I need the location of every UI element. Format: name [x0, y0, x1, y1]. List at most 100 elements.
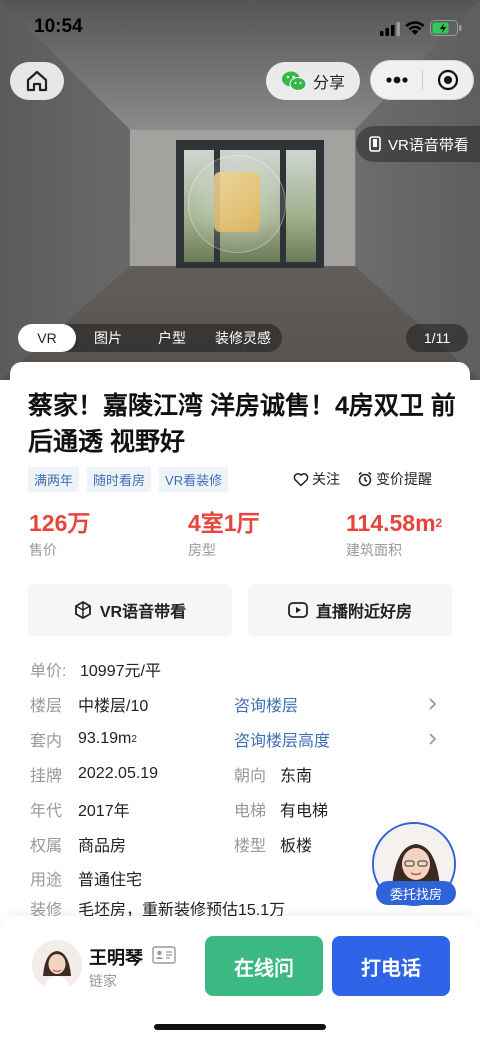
area-label: 建筑面积	[346, 542, 402, 558]
listing-tags: 满两年 随时看房 VR看装修	[28, 467, 229, 492]
unit-price-value: 10997元/平	[80, 663, 161, 680]
stat-area: 114.58m2 建筑面积	[346, 508, 442, 560]
vr-voice-guide-tag[interactable]: VR语音带看	[356, 126, 480, 162]
floor-value: 中楼层/10	[78, 698, 149, 715]
home-indicator	[154, 1024, 326, 1030]
hero-vr-photo[interactable]	[0, 0, 480, 380]
area-value-wrap: 114.58m2	[346, 508, 442, 538]
unit-price-key: 单价:	[30, 663, 67, 680]
chevron-right-icon[interactable]	[428, 697, 438, 711]
call-button[interactable]: 打电话	[332, 936, 450, 996]
agent-avatar-portrait	[32, 940, 82, 990]
usage-key: 用途	[30, 872, 63, 889]
media-tabs: VR 图片 户型 装修灵感	[18, 324, 282, 352]
live-play-icon	[288, 602, 308, 618]
usage-value: 普通住宅	[78, 872, 143, 889]
status-bar: 10:54	[0, 0, 480, 56]
layout-value: 4室1厅	[188, 510, 260, 536]
wechat-icon	[281, 71, 307, 91]
follow-label: 关注	[312, 471, 340, 487]
share-label: 分享	[312, 75, 345, 92]
orientation-row: 朝向 东南	[234, 762, 312, 786]
inner-area-unit: m	[118, 730, 132, 747]
heart-icon	[293, 472, 309, 486]
vr-play-icon[interactable]	[214, 172, 260, 232]
vr-voice-guide-label: VR语音带看	[388, 136, 469, 154]
tag: 满两年	[28, 467, 80, 492]
alarm-clock-icon	[358, 471, 372, 487]
tab-vr[interactable]: VR	[18, 324, 76, 352]
usage-row: 用途 普通住宅	[30, 866, 142, 890]
vr-cube-icon	[74, 601, 91, 619]
year-key: 年代	[30, 803, 63, 820]
agent-avatar[interactable]	[32, 940, 82, 990]
chevron-right-icon[interactable]	[428, 732, 438, 746]
photo-counter: 1/11	[406, 324, 468, 352]
building-type-key: 楼型	[234, 838, 267, 855]
area-value: 114.58m	[346, 510, 436, 536]
floor-consult-label: 咨询楼层	[234, 698, 299, 715]
business-card-icon[interactable]	[152, 946, 176, 964]
tab-floorplan[interactable]: 户型	[140, 324, 204, 352]
price-label: 售价	[29, 542, 57, 558]
listed-key: 挂牌	[30, 768, 63, 785]
miniprogram-capsule	[370, 60, 474, 100]
floor-consult-link[interactable]: 咨询楼层	[234, 692, 298, 716]
price-alert-button[interactable]: 变价提醒	[357, 469, 432, 489]
tag: VR看装修	[159, 467, 229, 492]
online-chat-button[interactable]: 在线问	[205, 936, 323, 996]
wifi-icon	[405, 21, 425, 35]
home-button[interactable]	[10, 62, 64, 100]
live-nearby-button[interactable]: 直播附近好房	[248, 584, 452, 636]
inner-area-key: 套内	[30, 733, 63, 750]
vr-voice-guide-button[interactable]: VR语音带看	[28, 584, 232, 636]
ownership-value: 商品房	[78, 838, 127, 855]
orientation-value: 东南	[280, 768, 313, 785]
battery-icon	[430, 20, 462, 36]
inner-area-row: 套内 93.19 m 2	[30, 727, 137, 751]
vr-voice-guide-button-label: VR语音带看	[99, 604, 187, 621]
layout-label: 房型	[188, 542, 216, 558]
agent-company: 链家	[89, 973, 117, 989]
phone-icon	[369, 136, 381, 152]
follow-button[interactable]: 关注	[293, 469, 340, 489]
floor-key: 楼层	[30, 698, 63, 715]
elevator-row: 电梯 有电梯	[234, 797, 328, 821]
more-dots-icon	[385, 76, 408, 84]
listed-row: 挂牌 2022.05.19	[30, 762, 158, 786]
inner-area-value: 93.19	[78, 730, 119, 747]
more-button[interactable]	[371, 60, 422, 100]
tab-photos[interactable]: 图片	[76, 324, 140, 352]
target-close-icon	[437, 69, 459, 91]
orientation-key: 朝向	[234, 768, 267, 785]
floor-height-consult-link[interactable]: 咨询楼层高度	[234, 727, 330, 751]
ownership-row: 权属 商品房	[30, 832, 126, 856]
floor-row: 楼层 中楼层/10	[30, 692, 148, 716]
share-button[interactable]: 分享	[266, 62, 360, 100]
price-value: 126万	[29, 510, 91, 536]
status-time: 10:54	[34, 16, 83, 37]
ownership-key: 权属	[30, 838, 63, 855]
listing-title: 蔡家！嘉陵江湾 洋房诚售！4房双卫 前后通透 视野好	[28, 392, 456, 456]
elevator-key: 电梯	[234, 803, 267, 820]
listed-value: 2022.05.19	[78, 765, 159, 782]
building-type-row: 楼型 板楼	[234, 832, 312, 856]
area-unit-sup: 2	[435, 516, 443, 530]
floor-height-consult-label: 咨询楼层高度	[234, 733, 331, 750]
elevator-value: 有电梯	[280, 803, 329, 820]
signal-icon	[380, 22, 400, 36]
stat-layout: 4室1厅 房型	[188, 508, 260, 560]
stat-price: 126万 售价	[29, 508, 90, 560]
close-miniprogram-button[interactable]	[423, 60, 473, 100]
unit-price-row: 单价: 10997元/平	[30, 657, 161, 681]
agent-name[interactable]: 王明琴	[89, 944, 143, 970]
price-alert-label: 变价提醒	[376, 471, 432, 487]
inner-area-sup: 2	[131, 733, 137, 745]
year-row: 年代 2017年	[30, 797, 130, 821]
tag: 随时看房	[87, 467, 152, 492]
entrust-search-label[interactable]: 委托找房	[376, 881, 456, 905]
home-icon	[26, 70, 48, 92]
live-nearby-button-label: 直播附近好房	[315, 604, 412, 621]
tab-decor-ideas[interactable]: 装修灵感	[204, 324, 282, 352]
year-value: 2017年	[78, 803, 130, 820]
